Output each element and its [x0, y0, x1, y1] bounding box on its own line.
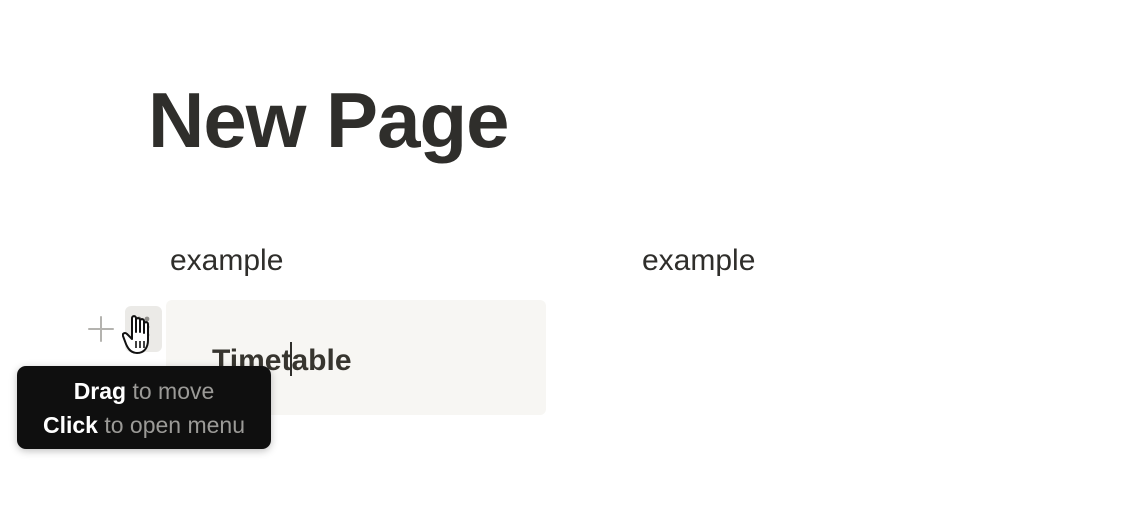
- tooltip-drag-description: to move: [126, 378, 215, 404]
- drag-handle-button[interactable]: [125, 306, 162, 352]
- column-left-text[interactable]: example: [170, 241, 283, 281]
- tooltip-drag-action: Drag: [73, 378, 127, 404]
- page-title[interactable]: New Page: [148, 72, 509, 168]
- plus-icon: [88, 316, 114, 342]
- block-text-after-caret: able: [291, 344, 352, 377]
- tooltip-line-drag: Drag to move: [17, 374, 271, 408]
- add-block-button[interactable]: [86, 314, 116, 344]
- grip-dots-icon: [136, 316, 150, 338]
- tooltip-click-description: to open menu: [97, 412, 246, 438]
- column-right-text[interactable]: example: [642, 241, 755, 281]
- drag-handle-tooltip: Drag to move Click to open menu: [17, 366, 271, 449]
- tooltip-line-click: Click to open menu: [17, 408, 271, 442]
- page: New Page example example Timetable Drag …: [0, 0, 1144, 521]
- tooltip-click-action: Click: [42, 412, 98, 438]
